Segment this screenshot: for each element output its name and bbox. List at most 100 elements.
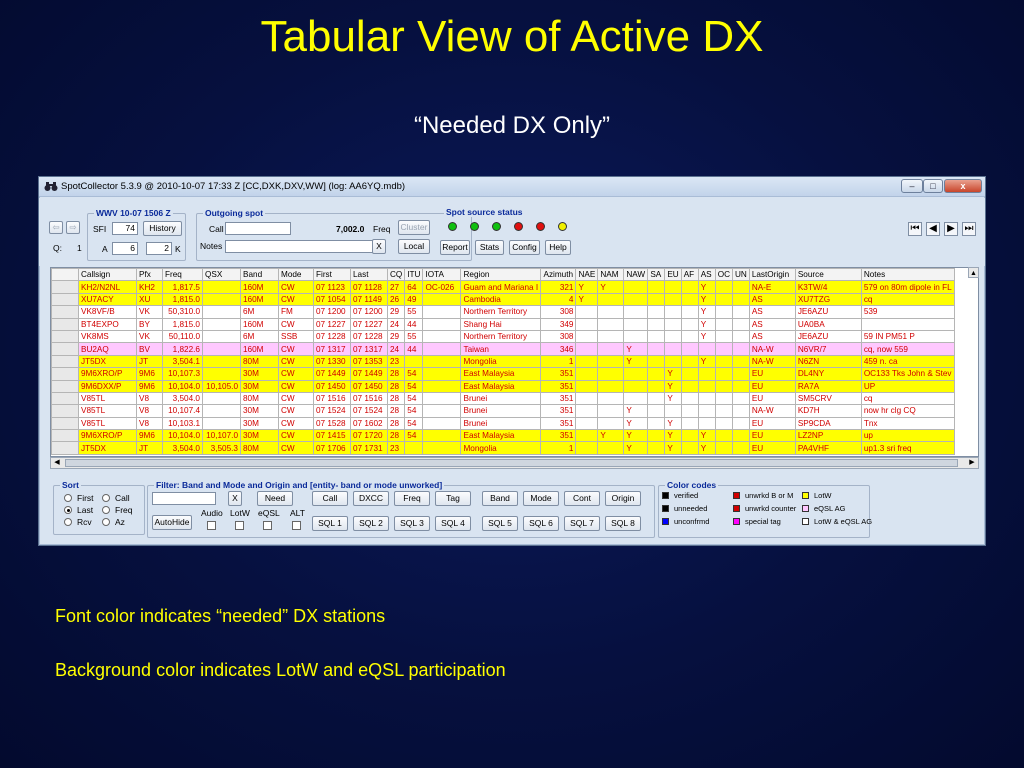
- table-row[interactable]: V85TL V8 10,103.1 30M CW 07 1528 07 1602 28 54 Br…: [51, 416, 955, 431]
- horizontal-scrollbar[interactable]: ◀ ▶: [50, 457, 979, 469]
- report-button[interactable]: Report: [440, 240, 470, 255]
- spot-source-status-dot[interactable]: [558, 222, 567, 231]
- sql6-button[interactable]: SQL 6: [523, 516, 559, 531]
- row-selector[interactable]: [51, 441, 79, 455]
- sql5-button[interactable]: SQL 5: [482, 516, 518, 531]
- local-button[interactable]: Local: [398, 239, 430, 254]
- sort-first-radio[interactable]: [64, 494, 72, 502]
- column-header[interactable]: NAM: [597, 268, 625, 282]
- clear-notes-button[interactable]: X: [372, 239, 386, 254]
- table-row[interactable]: KH2/N2NL KH2 1,817.5 160M CW 07 1123 07 1128 27…: [51, 280, 955, 294]
- help-button[interactable]: Help: [545, 240, 571, 255]
- column-header[interactable]: Source: [794, 268, 862, 282]
- need-button[interactable]: Need: [257, 491, 293, 506]
- column-header[interactable]: Pfx: [136, 268, 163, 282]
- column-header[interactable]: Mode: [278, 268, 314, 282]
- column-header[interactable]: UN: [731, 268, 750, 282]
- back-arrow-button[interactable]: ⇦: [49, 221, 63, 234]
- table-row[interactable]: VK8MS VK 50,110.0 6M SSB 07 1228 07 1228 29 55 No…: [51, 329, 955, 344]
- last-record-button[interactable]: ⏭: [962, 222, 976, 236]
- table-row[interactable]: BU2AQ BV 1,822.6 160M CW 07 1317 07 1317 24 44 Ta…: [51, 342, 955, 356]
- sql3-button[interactable]: SQL 3: [394, 516, 430, 531]
- row-selector[interactable]: [51, 354, 79, 369]
- column-header[interactable]: ITU: [404, 268, 424, 282]
- first-record-button[interactable]: ⏮: [908, 222, 922, 236]
- scroll-left-arrow-icon[interactable]: ◀: [51, 458, 63, 468]
- filter-call-button[interactable]: Call: [312, 491, 348, 506]
- autohide-button[interactable]: AutoHide: [152, 515, 192, 530]
- column-header[interactable]: NAE: [575, 268, 599, 282]
- minimize-button[interactable]: –: [901, 179, 923, 193]
- sql1-button[interactable]: SQL 1: [312, 516, 348, 531]
- table-row[interactable]: BT4EXPO BY 1,815.0 160M CW 07 1227 07 1227 24 44…: [51, 317, 955, 331]
- spot-source-status-dot[interactable]: [470, 222, 479, 231]
- column-header[interactable]: LastOrigin: [748, 268, 796, 282]
- filter-clear-button[interactable]: X: [228, 491, 242, 506]
- row-selector[interactable]: [51, 317, 79, 331]
- spot-grid[interactable]: Callsign Pfx Freq QSX Band Mode First Last CQ ITU…: [50, 267, 979, 457]
- row-selector[interactable]: [51, 329, 79, 344]
- sql2-button[interactable]: SQL 2: [353, 516, 389, 531]
- a-field[interactable]: 6: [112, 242, 138, 255]
- filter-origin-button[interactable]: Origin: [605, 491, 641, 506]
- maximize-button[interactable]: □: [923, 179, 943, 193]
- filter-freq-button[interactable]: Freq: [394, 491, 430, 506]
- column-header[interactable]: First: [313, 268, 351, 282]
- forward-arrow-button[interactable]: ⇨: [66, 221, 80, 234]
- scroll-thumb[interactable]: [65, 459, 958, 467]
- filter-call-field[interactable]: [152, 492, 216, 505]
- row-selector[interactable]: [51, 305, 79, 319]
- table-row[interactable]: V85TL V8 10,107.4 30M CW 07 1524 07 1524 28 54 Br…: [51, 404, 955, 418]
- row-selector[interactable]: [51, 404, 79, 418]
- column-header[interactable]: Callsign: [78, 268, 137, 282]
- eqsl-checkbox[interactable]: [263, 521, 272, 530]
- notes-field[interactable]: [225, 240, 373, 253]
- table-row[interactable]: 9M6XRO/P 9M6 10,107.3 30M CW 07 1449 07 1449 28…: [51, 367, 955, 381]
- spot-source-status-dot[interactable]: [514, 222, 523, 231]
- audio-checkbox[interactable]: [207, 521, 216, 530]
- spot-source-status-dot[interactable]: [536, 222, 545, 231]
- sql7-button[interactable]: SQL 7: [564, 516, 600, 531]
- history-button[interactable]: History: [143, 221, 182, 236]
- column-header[interactable]: IOTA: [422, 268, 462, 282]
- column-header[interactable]: Azimuth: [540, 268, 577, 282]
- sort-az-radio[interactable]: [102, 518, 110, 526]
- lotw-checkbox[interactable]: [235, 521, 244, 530]
- sql4-button[interactable]: SQL 4: [435, 516, 471, 531]
- filter-band-button[interactable]: Band: [482, 491, 518, 506]
- sql8-button[interactable]: SQL 8: [605, 516, 641, 531]
- column-header[interactable]: EU: [664, 268, 682, 282]
- k-field[interactable]: 2: [146, 242, 172, 255]
- next-record-button[interactable]: ▶: [944, 222, 958, 236]
- spot-source-status-dot[interactable]: [492, 222, 501, 231]
- row-selector[interactable]: [51, 280, 79, 294]
- sort-last-radio[interactable]: [64, 506, 72, 514]
- filter-mode-button[interactable]: Mode: [523, 491, 559, 506]
- column-header[interactable]: AF: [680, 268, 699, 282]
- filter-cont-button[interactable]: Cont: [564, 491, 600, 506]
- scroll-up-arrow-icon[interactable]: ▲: [968, 267, 979, 278]
- row-selector[interactable]: [51, 416, 79, 431]
- table-row[interactable]: 9M6DXX/P 9M6 10,104.0 10,105.0 30M CW 07 1450 0…: [51, 379, 955, 393]
- row-selector[interactable]: [51, 429, 79, 443]
- sort-rcv-radio[interactable]: [64, 518, 72, 526]
- column-header[interactable]: Notes: [860, 268, 955, 282]
- previous-record-button[interactable]: ◀: [926, 222, 940, 236]
- row-selector[interactable]: [51, 367, 79, 381]
- alt-checkbox[interactable]: [292, 521, 301, 530]
- stats-button[interactable]: Stats: [475, 240, 504, 255]
- column-header[interactable]: Freq: [162, 268, 203, 282]
- table-row[interactable]: JT5DX JT 3,504.1 80M CW 07 1330 07 1353 23 Mongo…: [51, 354, 955, 369]
- sfi-field[interactable]: 74: [112, 222, 138, 235]
- table-row[interactable]: V85TL V8 3,504.0 80M CW 07 1516 07 1516 28 54 Bru…: [51, 391, 955, 406]
- spot-source-status-dot[interactable]: [448, 222, 457, 231]
- scroll-right-arrow-icon[interactable]: ▶: [966, 458, 978, 468]
- table-row[interactable]: XU7ACY XU 1,815.0 160M CW 07 1054 07 1149 26 49 C…: [51, 292, 955, 307]
- column-header[interactable]: Band: [240, 268, 279, 282]
- sort-call-radio[interactable]: [102, 494, 110, 502]
- sort-freq-radio[interactable]: [102, 506, 110, 514]
- row-selector[interactable]: [51, 391, 79, 406]
- config-button[interactable]: Config: [509, 240, 540, 255]
- column-header[interactable]: OC: [714, 268, 733, 282]
- column-header[interactable]: NAW: [623, 268, 649, 282]
